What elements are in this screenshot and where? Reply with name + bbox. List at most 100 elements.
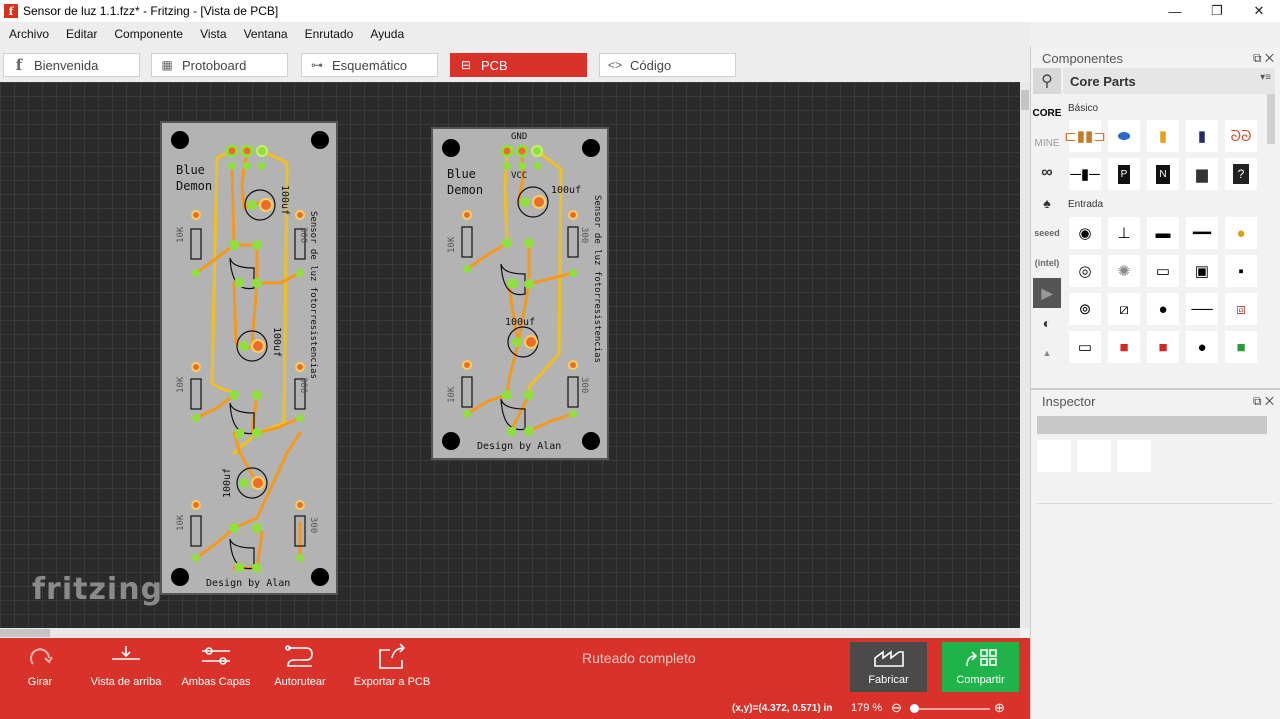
- slide-pot-part-icon[interactable]: ▬: [1147, 217, 1179, 249]
- schematic-icon: ⊶: [311, 58, 323, 72]
- fsr-part-icon[interactable]: ⧈: [1225, 293, 1257, 325]
- wire-sensor-part-icon[interactable]: ──: [1186, 293, 1218, 325]
- tab-codigo[interactable]: <> Código: [599, 53, 736, 77]
- rotary-switch-part-icon[interactable]: ✺: [1108, 255, 1140, 287]
- voltage-regulator-part-icon[interactable]: ▆: [1186, 158, 1218, 190]
- bin-tab-core[interactable]: CORE: [1033, 98, 1062, 128]
- zoom-slider[interactable]: [910, 704, 990, 713]
- piezo-part-icon[interactable]: ⊚: [1069, 293, 1101, 325]
- menu-ventana[interactable]: Ventana: [235, 27, 296, 41]
- silk-cap-label: 100uf: [271, 327, 282, 358]
- bin-tabs: CORE MINE ∞ ♠ seeed (intel) ▶ ◐ ▲: [1033, 98, 1062, 388]
- minimize-button[interactable]: —: [1154, 0, 1196, 22]
- sparkfun-bin-icon[interactable]: ♠: [1033, 188, 1061, 218]
- section-basic-label: Básico: [1068, 103, 1099, 114]
- both-layers-button[interactable]: Ambas Capas: [180, 638, 252, 699]
- tilt-sensor-part-icon[interactable]: ⧄: [1108, 293, 1140, 325]
- silk-resistor-label-2: 300: [579, 377, 589, 394]
- cursor-coordinates: (x,y)=(4.372, 0.571) in: [732, 703, 833, 714]
- silk-cap-label: 100uf: [222, 467, 233, 498]
- share-label: Compartir: [956, 674, 1005, 686]
- panel-float-close-icon[interactable]: ⧉ ✕: [1253, 51, 1274, 66]
- zoom-slider-handle[interactable]: [910, 704, 919, 713]
- silk-resistor-label-2: 300: [579, 227, 589, 244]
- menu-ayuda[interactable]: Ayuda: [361, 27, 412, 41]
- bin-menu-icon[interactable]: ▾≡: [1260, 72, 1271, 83]
- tab-pcb[interactable]: ⊟ PCB: [450, 53, 587, 77]
- share-button[interactable]: Compartir: [942, 642, 1019, 692]
- rotate-label: Girar: [27, 676, 53, 688]
- snootlab-bin-icon[interactable]: ◐: [1033, 308, 1061, 338]
- pcb-board-right[interactable]: GND VCC Blue Demon Design by Alan Sensor…: [431, 127, 609, 460]
- microphone-part-icon[interactable]: ●: [1147, 293, 1179, 325]
- bin-tab-mine[interactable]: MINE: [1033, 128, 1061, 158]
- slide-switch-part-icon[interactable]: ▭: [1147, 255, 1179, 287]
- pnp-transistor-part-icon[interactable]: P: [1108, 158, 1140, 190]
- header-pot-part-icon[interactable]: ━━: [1186, 217, 1218, 249]
- bin-scroll-up-icon[interactable]: ▲: [1033, 338, 1061, 368]
- ceramic-capacitor-part-icon[interactable]: ⬬: [1108, 120, 1140, 152]
- silk-vertical-title: Sensor de luz fotorresistencias: [592, 195, 602, 363]
- pcb-canvas[interactable]: Blue Demon Design by Alan Sensor de luz …: [0, 82, 1020, 628]
- view-from-above-button[interactable]: Vista de arriba: [88, 638, 164, 699]
- inspector-image-breadboard: [1037, 440, 1071, 472]
- inspector-float-close-icon[interactable]: ⧉ ✕: [1253, 394, 1274, 409]
- menu-archivo[interactable]: Archivo: [0, 27, 57, 41]
- export-pcb-button[interactable]: Exportar a PCB: [352, 638, 432, 699]
- silk-resistor-label-2: 300: [298, 227, 308, 244]
- mystery-part-icon[interactable]: ?: [1225, 158, 1257, 190]
- npn-transistor-part-icon[interactable]: N: [1147, 158, 1179, 190]
- ir-sensor-part-icon[interactable]: ▭: [1069, 331, 1101, 363]
- canvas-vertical-scrollbar[interactable]: [1020, 82, 1030, 628]
- inductor-part-icon[interactable]: ᘐᘐ: [1225, 120, 1257, 152]
- toggle-switch-part-icon[interactable]: ▪: [1225, 255, 1257, 287]
- silk-resistor-label: 10K: [176, 376, 186, 393]
- parts-scrollbar[interactable]: [1267, 94, 1275, 144]
- maximize-button[interactable]: ❐: [1196, 0, 1238, 22]
- fritzing-watermark: fritzing: [32, 572, 164, 607]
- rotate-button[interactable]: Girar: [14, 638, 66, 699]
- encoder-part-icon[interactable]: ◎: [1069, 255, 1101, 287]
- canvas-horizontal-scrollbar[interactable]: [0, 628, 1020, 638]
- view-from-above-icon: [112, 646, 140, 660]
- zoom-in-icon[interactable]: ⊕: [994, 700, 1005, 716]
- autoroute-button[interactable]: Autorutear: [270, 638, 330, 699]
- breakout-board-red-2-part-icon[interactable]: ■: [1147, 331, 1179, 363]
- seeed-bin-icon[interactable]: seeed: [1033, 218, 1061, 248]
- menu-enrutado[interactable]: Enrutado: [296, 27, 362, 41]
- pushbutton-part-icon[interactable]: ▣: [1186, 255, 1218, 287]
- search-icon[interactable]: ⚲: [1033, 68, 1061, 94]
- rotary-pot-part-icon[interactable]: ⊥: [1108, 217, 1140, 249]
- zoom-out-icon[interactable]: ⊖: [891, 700, 902, 716]
- play-bin-icon[interactable]: ▶: [1033, 278, 1061, 308]
- diode-part-icon[interactable]: ─▮─: [1069, 158, 1101, 190]
- resistor-part-icon[interactable]: ⊏▮▮⊐: [1064, 120, 1106, 152]
- inspector-title: Inspector: [1042, 394, 1096, 409]
- both-layers-label: Ambas Capas: [181, 676, 251, 688]
- electrolytic-capacitor-part-icon[interactable]: ▮: [1186, 120, 1218, 152]
- breakout-board-red-part-icon[interactable]: ■: [1108, 331, 1140, 363]
- pcb-board-left[interactable]: Blue Demon Design by Alan Sensor de luz …: [160, 121, 338, 595]
- tantalum-capacitor-part-icon[interactable]: ▮: [1147, 120, 1179, 152]
- fabricate-button[interactable]: Fabricar: [850, 642, 927, 692]
- arduino-bin-icon[interactable]: ∞: [1033, 158, 1061, 188]
- fabricate-label: Fabricar: [868, 674, 909, 686]
- export-pcb-label: Exportar a PCB: [353, 676, 431, 688]
- routing-status: Ruteado completo: [582, 650, 696, 666]
- silk-resistor-label: 10K: [447, 236, 457, 253]
- menu-vista[interactable]: Vista: [191, 27, 234, 41]
- close-button[interactable]: ✕: [1238, 0, 1280, 22]
- menu-bar: Archivo Editar Componente Vista Ventana …: [0, 22, 1030, 46]
- temperature-sensor-part-icon[interactable]: ●: [1186, 331, 1218, 363]
- tab-bienvenida[interactable]: f Bienvenida: [3, 53, 140, 77]
- trimmer-part-icon[interactable]: ●: [1225, 217, 1257, 249]
- menu-componente[interactable]: Componente: [105, 27, 191, 41]
- tab-esquematico[interactable]: ⊶ Esquemático: [301, 53, 438, 77]
- menu-editar[interactable]: Editar: [57, 27, 105, 41]
- tab-protoboard[interactable]: ▦ Protoboard: [151, 53, 288, 77]
- share-icon: [966, 649, 997, 667]
- potentiometer-part-icon[interactable]: ◉: [1069, 217, 1101, 249]
- breakout-board-green-part-icon[interactable]: ■: [1225, 331, 1257, 363]
- intel-bin-icon[interactable]: (intel): [1033, 248, 1061, 278]
- silk-resistor-label-2: 300: [308, 517, 318, 534]
